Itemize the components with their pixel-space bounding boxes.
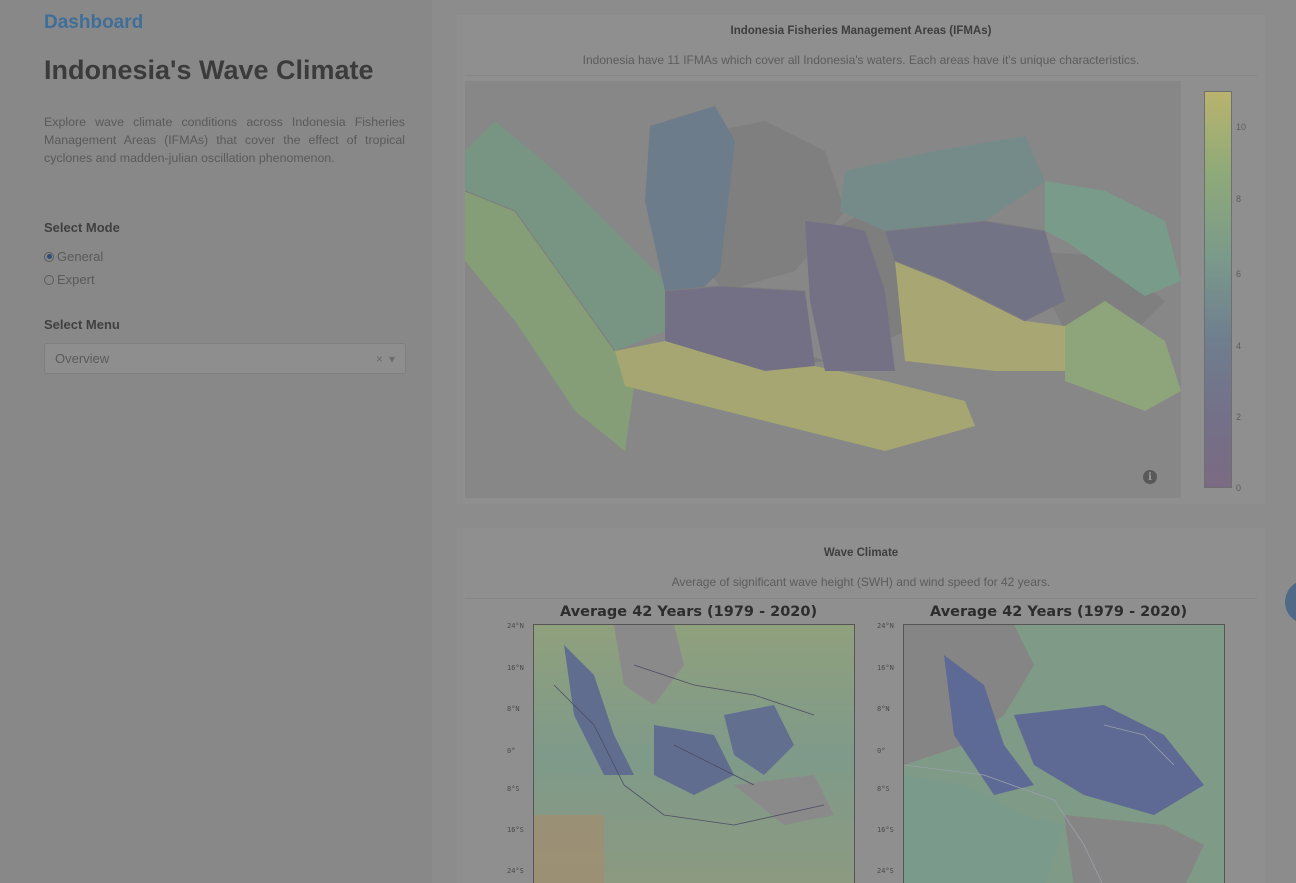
page-title: Indonesia's Wave Climate [44,55,374,85]
lat-tick: 8°N [507,705,520,713]
colorbar [1204,91,1232,488]
sidebar: Dashboard Indonesia's Wave Climate Explo… [0,0,432,883]
lat-tick: 0° [507,747,516,755]
chevron-down-icon[interactable]: ▾ [389,352,395,366]
mode-option-general[interactable]: General [44,249,103,264]
colorbar-tick: 0 [1236,483,1242,493]
lat-tick: 16°S [877,826,894,834]
ifma-panel: Indonesia Fisheries Management Areas (IF… [457,15,1265,504]
colorbar-tick: 10 [1236,122,1247,132]
menu-select-value: Overview [55,351,110,366]
lat-tick: 0° [877,747,886,755]
colorbar-tick: 2 [1236,412,1242,422]
brand-link[interactable]: Dashboard [44,12,143,34]
select-mode-label: Select Mode [44,220,120,235]
swh-map[interactable] [533,624,855,883]
mode-option-label: Expert [57,272,95,287]
mode-option-expert[interactable]: Expert [44,272,95,287]
lat-tick: 8°N [877,705,890,713]
colorbar-tick: 4 [1236,341,1242,351]
wind-plot-title: Average 42 Years (1979 - 2020) [930,604,1188,620]
lat-tick: 24°N [507,622,524,630]
radio-general[interactable] [44,251,54,262]
radio-expert[interactable] [44,274,54,285]
colorbar-tick: 6 [1236,269,1242,279]
clear-icon[interactable]: × [376,352,383,366]
lat-tick: 24°S [877,867,894,875]
lat-tick: 16°N [877,664,894,672]
mode-option-label: General [57,249,104,264]
select-menu-label: Select Menu [44,317,120,332]
menu-select[interactable]: Overview × ▾ [44,343,406,374]
swh-plot-title: Average 42 Years (1979 - 2020) [560,604,818,620]
wave-climate-panel: Wave Climate Average of significant wave… [457,528,1265,883]
wave-title: Wave Climate [823,547,899,559]
lat-tick: 24°S [507,867,524,875]
wave-subtitle: Average of significant wave height (SWH)… [671,575,1051,589]
colorbar-tick: 8 [1236,194,1242,204]
intro-text: Explore wave climate conditions across I… [44,115,405,165]
info-icon[interactable]: i [1143,470,1157,484]
ifma-title: Indonesia Fisheries Management Areas (IF… [730,25,992,37]
lat-tick: 8°S [507,785,520,793]
lat-tick: 24°N [877,622,894,630]
floating-action-button[interactable] [1285,580,1296,624]
wind-map[interactable] [903,624,1225,883]
ifma-map[interactable] [465,81,1181,498]
lat-tick: 8°S [877,785,890,793]
lat-tick: 16°N [507,664,524,672]
lat-tick: 16°S [507,826,524,834]
ifma-subtitle: Indonesia have 11 IFMAs which cover all … [582,53,1140,67]
